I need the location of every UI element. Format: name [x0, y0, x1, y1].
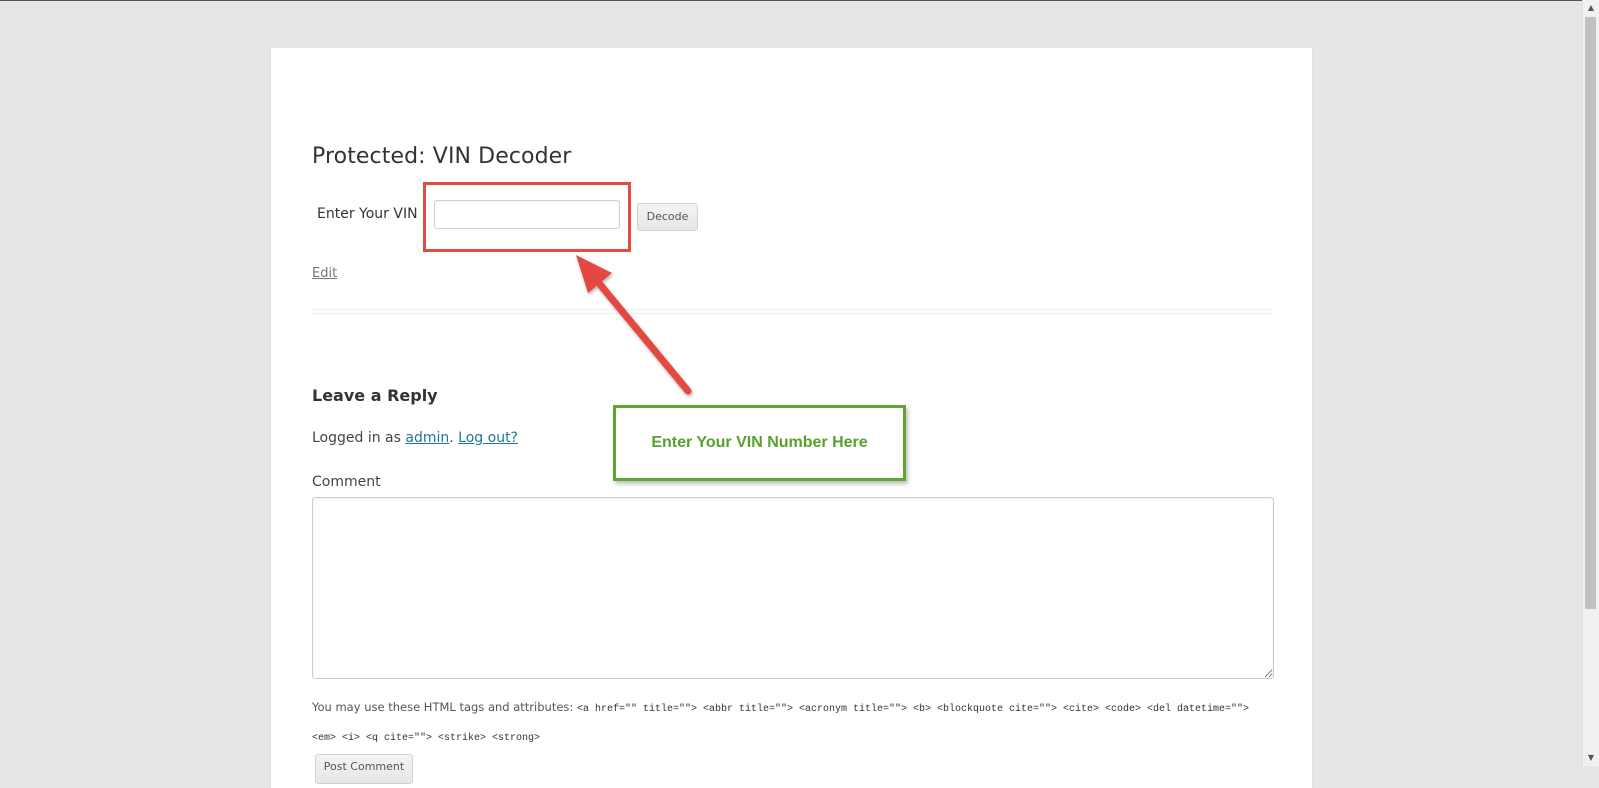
post-comment-button[interactable]: Post Comment — [315, 754, 413, 784]
vin-label: Enter Your VIN — [317, 206, 418, 222]
user-profile-link[interactable]: admin — [405, 430, 449, 446]
vin-callout-annotation: Enter Your VIN Number Here — [613, 405, 906, 481]
allowed-tags-note: You may use these HTML tags and attribut… — [312, 694, 1277, 752]
logged-in-prefix: Logged in as — [312, 430, 406, 446]
allowed-tags-prefix: You may use these HTML tags and attribut… — [312, 700, 577, 714]
page-title: Protected: VIN Decoder — [312, 144, 572, 169]
scroll-down-icon[interactable]: ▼ — [1583, 750, 1599, 766]
scroll-up-icon[interactable]: ▲ — [1583, 0, 1599, 16]
decode-button[interactable]: Decode — [637, 203, 698, 231]
callout-text: Enter Your VIN Number Here — [651, 434, 868, 451]
comment-label: Comment — [312, 474, 381, 490]
edit-link[interactable]: Edit — [312, 266, 337, 281]
reply-title: Leave a Reply — [312, 386, 438, 405]
vertical-scrollbar[interactable]: ▲ ▼ — [1582, 0, 1599, 766]
scroll-thumb[interactable] — [1585, 17, 1596, 609]
comment-textarea[interactable] — [312, 497, 1274, 679]
logged-in-notice: Logged in as admin. Log out? — [312, 430, 518, 446]
logged-in-separator: . — [449, 430, 459, 446]
vin-input[interactable] — [434, 200, 620, 229]
section-divider — [312, 309, 1272, 314]
logout-link[interactable]: Log out? — [458, 430, 518, 446]
browser-top-border — [0, 0, 1599, 1]
